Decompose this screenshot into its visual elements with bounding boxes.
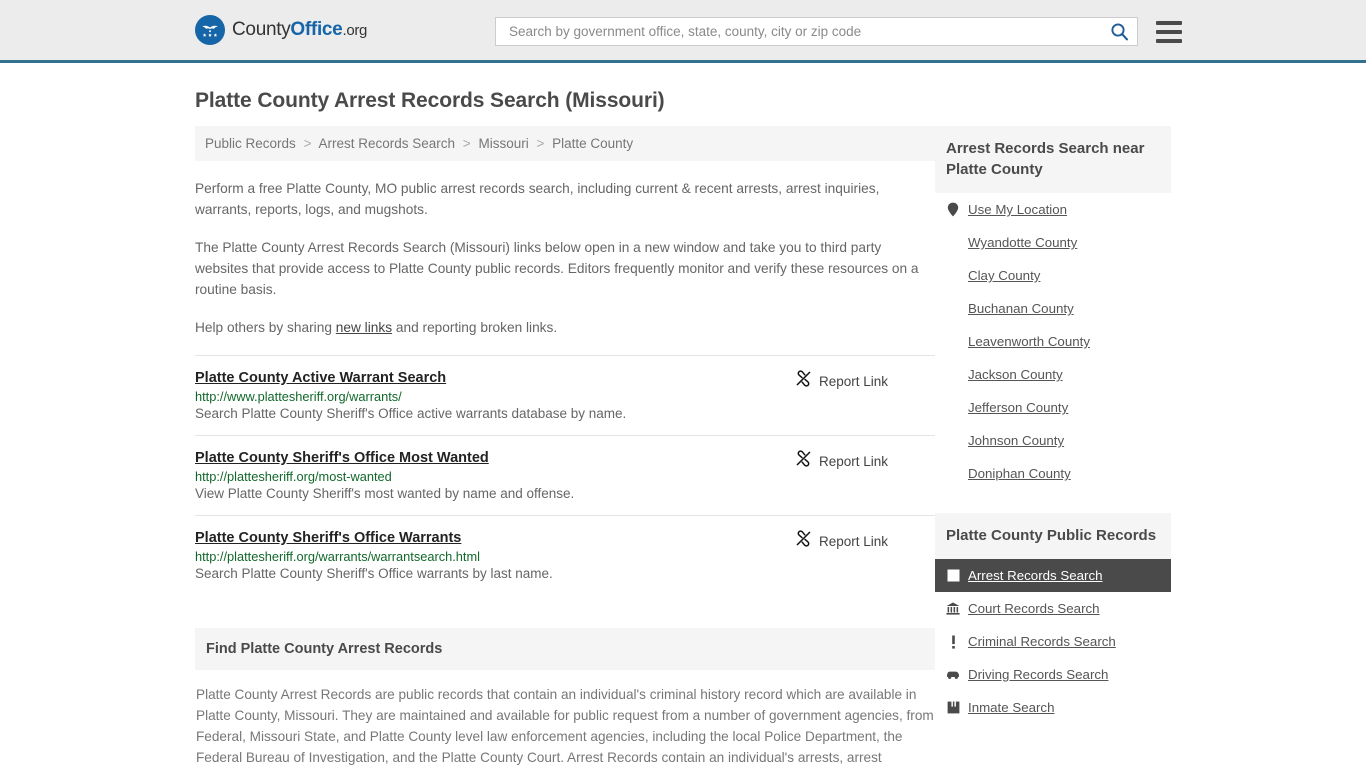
report-link-label: Report Link [818,373,888,389]
breadcrumb-separator: > [303,136,312,151]
result-title-link[interactable]: Platte County Sheriff's Office Most Want… [195,450,489,466]
sidebar-link[interactable]: Driving Records Search [968,667,1108,682]
header-search-area [495,17,1182,46]
hamburger-bar [1156,20,1182,25]
result-title-link[interactable]: Platte County Active Warrant Search [195,370,446,386]
sidebar-link[interactable]: Inmate Search [968,700,1054,715]
sidebar-link[interactable]: Court Records Search [968,601,1100,616]
result-row: Platte County Sheriff's Office Most Want… [195,435,935,515]
new-links-link[interactable]: new links [336,320,392,335]
sidebar-link[interactable]: Leavenworth County [968,334,1090,349]
sidebar-link[interactable]: Jefferson County [968,400,1068,415]
broken-link-icon [795,450,812,472]
result-title-link[interactable]: Platte County Sheriff's Office Warrants [195,530,461,546]
share-text-before: Help others by sharing [195,320,336,335]
sidebar-item-clay-county[interactable]: Clay County [935,259,1171,292]
car-icon [946,668,960,682]
site-logo[interactable]: CountyOffice.org [195,15,367,45]
intro-paragraph-1: Perform a free Platte County, MO public … [195,181,880,217]
find-records-body: Platte County Arrest Records are public … [196,687,934,765]
sidebar-item-inmate-search[interactable]: Inmate Search [935,691,1171,724]
logo-wordmark: CountyOffice.org [232,19,367,41]
breadcrumb: Public Records > Arrest Records Search >… [195,126,935,161]
search-icon[interactable] [1110,22,1129,41]
sidebar-item-doniphan-county[interactable]: Doniphan County [935,457,1171,490]
result-description: Search Platte County Sheriff's Office ac… [195,406,627,421]
content-columns: Public Records > Arrest Records Search >… [195,126,1171,768]
page-container: Platte County Arrest Records Search (Mis… [0,89,1366,768]
hamburger-bar [1156,29,1182,34]
share-text-after: and reporting broken links. [392,320,558,335]
sidebar-nearby-list: Use My Location Wyandotte County Clay Co… [935,193,1171,490]
breadcrumb-item-missouri[interactable]: Missouri [478,136,528,151]
result-description: Search Platte County Sheriff's Office wa… [195,566,553,581]
location-pin-icon [946,202,960,217]
breadcrumb-separator: > [462,136,471,151]
intro-text: Perform a free Platte County, MO public … [195,178,935,338]
broken-link-icon [795,370,812,392]
logo-text-office: Office [290,19,343,40]
report-link-label: Report Link [818,533,888,549]
sidebar-nearby-heading: Arrest Records Search near Platte County [935,126,1171,193]
site-header: CountyOffice.org [0,0,1366,63]
sidebar-item-buchanan-county[interactable]: Buchanan County [935,292,1171,325]
result-row: Platte County Active Warrant Search http… [195,355,935,435]
breadcrumb-item-arrest-records-search[interactable]: Arrest Records Search [318,136,455,151]
sidebar-link[interactable]: Use My Location [968,202,1067,217]
result-row: Platte County Sheriff's Office Warrants … [195,515,935,595]
find-records-heading: Find Platte County Arrest Records [195,628,935,670]
page-title: Platte County Arrest Records Search (Mis… [195,89,665,112]
logo-text-org: .org [342,22,368,39]
intro-paragraph-3: Help others by sharing new links and rep… [195,317,935,338]
sidebar-item-use-my-location[interactable]: Use My Location [935,193,1171,226]
main-column: Public Records > Arrest Records Search >… [195,126,935,768]
sidebar-link[interactable]: Jackson County [968,367,1063,382]
sidebar-item-driving-records-search[interactable]: Driving Records Search [935,658,1171,691]
search-input[interactable] [507,23,1110,40]
breadcrumb-item-platte-county[interactable]: Platte County [552,136,633,151]
report-link-label: Report Link [818,453,888,469]
sidebar-item-jackson-county[interactable]: Jackson County [935,358,1171,391]
sidebar-link[interactable]: Johnson County [968,433,1064,448]
breadcrumb-item-public-records[interactable]: Public Records [205,136,296,151]
document-icon [946,569,960,583]
courthouse-icon [946,602,960,616]
report-link-button[interactable]: Report Link [795,370,888,392]
sidebar-item-criminal-records-search[interactable]: Criminal Records Search [935,625,1171,658]
sidebar-link[interactable]: Buchanan County [968,301,1074,316]
sidebar-public-records-heading: Platte County Public Records [935,513,1171,559]
intro-paragraph-2: The Platte County Arrest Records Search … [195,240,919,297]
sidebar-item-johnson-county[interactable]: Johnson County [935,424,1171,457]
sidebar-item-jefferson-county[interactable]: Jefferson County [935,391,1171,424]
eagle-logo-icon [195,15,225,45]
sidebar-link[interactable]: Criminal Records Search [968,634,1116,649]
sidebar-link[interactable]: Clay County [968,268,1040,283]
hamburger-menu-icon[interactable] [1156,20,1182,43]
exclamation-icon [946,635,960,649]
sidebar-item-wyandotte-county[interactable]: Wyandotte County [935,226,1171,259]
report-link-button[interactable]: Report Link [795,450,888,472]
sidebar-public-records-list: Arrest Records Search Court Records Sear… [935,559,1171,724]
result-description: View Platte County Sheriff's most wanted… [195,486,575,501]
sidebar-link[interactable]: Arrest Records Search [968,568,1103,583]
sidebar-link[interactable]: Wyandotte County [968,235,1077,250]
search-box[interactable] [495,17,1138,46]
sidebar-item-court-records-search[interactable]: Court Records Search [935,592,1171,625]
sidebar-item-arrest-records-search[interactable]: Arrest Records Search [935,559,1171,592]
broken-link-icon [795,530,812,552]
sidebar-link[interactable]: Doniphan County [968,466,1071,481]
logo-text-county: County [232,19,291,40]
hamburger-bar [1156,38,1182,43]
report-link-button[interactable]: Report Link [795,530,888,552]
breadcrumb-separator: > [536,136,545,151]
sidebar-item-leavenworth-county[interactable]: Leavenworth County [935,325,1171,358]
jail-icon [946,701,960,715]
sidebar: Arrest Records Search near Platte County… [935,126,1171,768]
